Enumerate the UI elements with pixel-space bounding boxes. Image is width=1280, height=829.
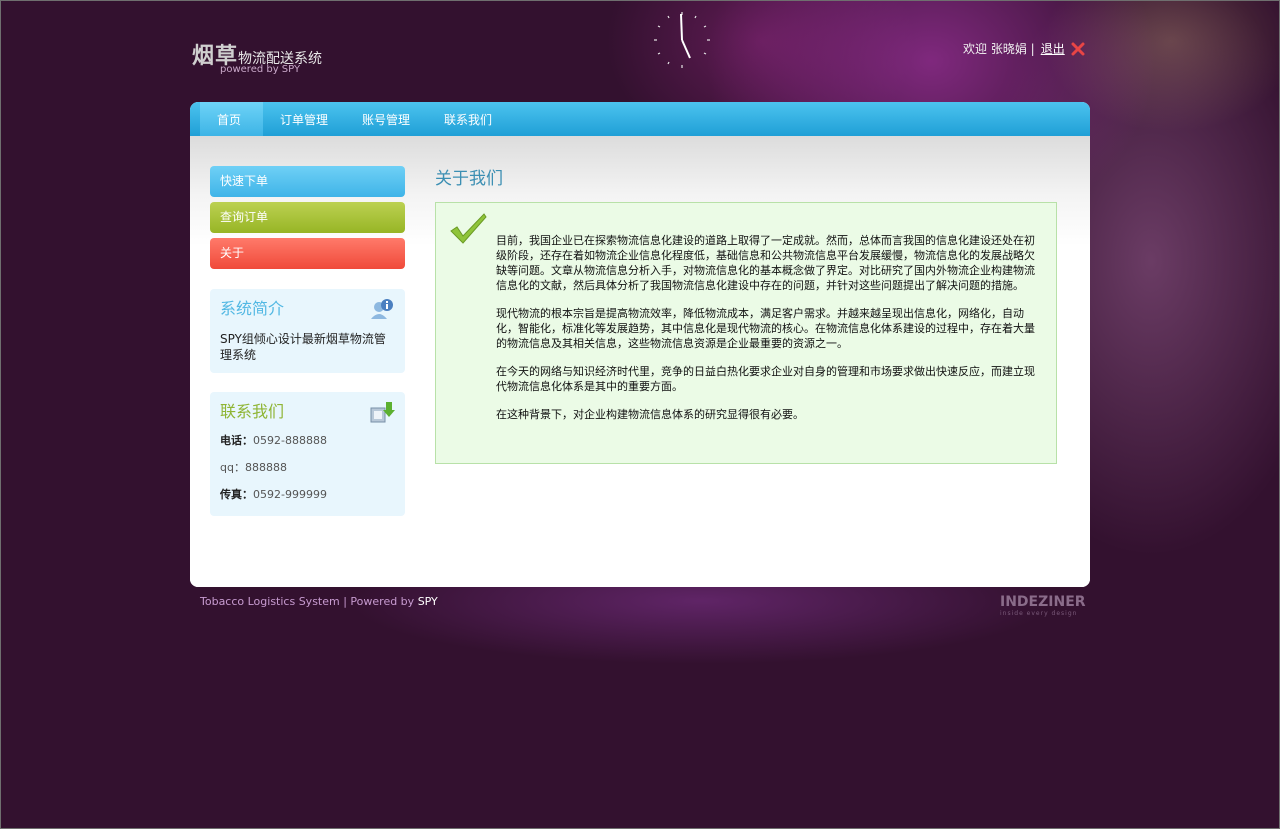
fax-label: 传真： <box>220 488 253 501</box>
nav-home[interactable]: 首页 <box>200 102 264 136</box>
checkmark-icon <box>450 213 487 244</box>
panel-body: 快速下单 查询订单 关于 系统简介 SPY组倾心设计最新烟草物流管理系统 联系我… <box>190 136 1090 587</box>
footer-text: Tobacco Logistics System | Powered by SP… <box>200 595 438 608</box>
contact-qq: qq：888888 <box>220 459 395 476</box>
system-intro-box: 系统简介 SPY组倾心设计最新烟草物流管理系统 <box>210 289 405 373</box>
footer-system-text: Tobacco Logistics System | Powered by <box>200 595 418 608</box>
about-paragraph: 在今天的网络与知识经济时代里，竞争的日益白热化要求企业对自身的管理和市场要求做出… <box>496 365 1035 393</box>
page-title: 关于我们 <box>435 169 503 189</box>
nav-order-management[interactable]: 订单管理 <box>263 102 345 136</box>
about-paragraph: 现代物流的根本宗旨是提高物流效率，降低物流成本，满足客户需求。并越来越呈现出信息… <box>496 307 1035 350</box>
footer-spy-link[interactable]: SPY <box>418 595 438 608</box>
contact-fax: 传真：0592-999999 <box>220 486 395 503</box>
close-icon[interactable] <box>1071 42 1085 56</box>
user-info-icon <box>371 299 393 319</box>
logout-link[interactable]: 退出 <box>1041 40 1065 57</box>
clock-icon <box>654 12 710 68</box>
about-button[interactable]: 关于 <box>210 238 405 269</box>
footer-brand-text: INDEZINER <box>1000 594 1086 610</box>
contact-box: 联系我们 电话：0592-888888 qq：888888 传真：0592-99… <box>210 392 405 516</box>
query-order-button[interactable]: 查询订单 <box>210 202 405 233</box>
about-paragraph: 目前，我国企业已在探索物流信息化建设的道路上取得了一定成就。然而，总体而言我国的… <box>496 234 1035 292</box>
phone-value: 0592-888888 <box>253 434 327 447</box>
contact-download-icon <box>370 402 395 423</box>
footer-brand-logo: INDEZINER inside every design <box>1000 594 1086 617</box>
fax-value: 0592-999999 <box>253 488 327 501</box>
about-content-box: 目前，我国企业已在探索物流信息化建设的道路上取得了一定成就。然而，总体而言我国的… <box>435 202 1057 464</box>
about-paragraph: 在这种背景下，对企业构建物流信息体系的研究显得很有必要。 <box>496 408 804 421</box>
contact-phone: 电话：0592-888888 <box>220 432 395 449</box>
about-content-text: 目前，我国企业已在探索物流信息化建设的道路上取得了一定成就。然而，总体而言我国的… <box>496 233 1038 435</box>
footer-brand-sub: inside every design <box>1000 610 1078 617</box>
nav-contact-us[interactable]: 联系我们 <box>427 102 509 136</box>
qq-label: qq： <box>220 461 245 474</box>
phone-label: 电话： <box>220 434 253 447</box>
main-panel: 首页 订单管理 账号管理 联系我们 快速下单 查询订单 关于 系统简介 SPY组… <box>190 102 1090 587</box>
qq-value: 888888 <box>244 461 287 474</box>
nav-account-management[interactable]: 账号管理 <box>345 102 427 136</box>
logo-subtitle: powered by SPY <box>220 64 301 75</box>
site-logo[interactable]: 烟草物流配送系统 powered by SPY <box>192 38 322 75</box>
top-nav: 首页 订单管理 账号管理 联系我们 <box>190 102 1090 136</box>
system-intro-text: SPY组倾心设计最新烟草物流管理系统 <box>220 332 386 362</box>
quick-order-button[interactable]: 快速下单 <box>210 166 405 197</box>
welcome-text: 欢迎 张晓娟 | <box>963 42 1035 56</box>
user-bar: 欢迎 张晓娟 | 退出 <box>963 40 1085 57</box>
